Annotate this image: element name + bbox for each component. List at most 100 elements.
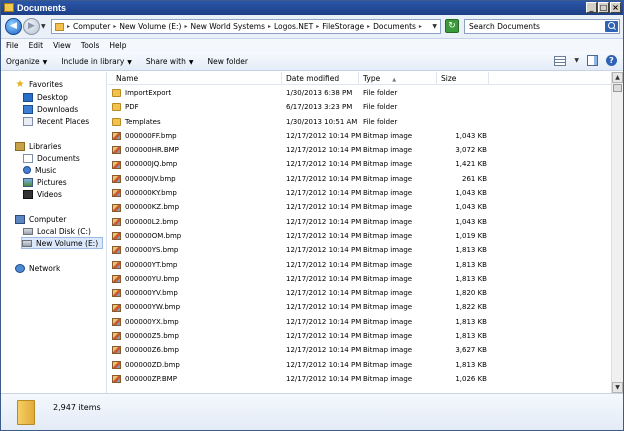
menu-help[interactable]: Help (109, 41, 126, 50)
scroll-down-button[interactable]: ▼ (612, 382, 623, 393)
file-row[interactable]: PDF 6/17/2013 3:23 PM File folder (108, 100, 611, 114)
forward-button[interactable]: ▶ (23, 18, 40, 35)
breadcrumb-logos-net[interactable]: Logos.NET (274, 22, 313, 31)
file-name-cell[interactable]: 000000JQ.bmp (112, 157, 177, 171)
chevron-right-icon[interactable]: ▸ (67, 23, 70, 30)
file-row[interactable]: 000000HR.BMP 12/17/2012 10:14 PM Bitmap im… (108, 143, 611, 157)
file-name-cell[interactable]: 000000FF.bmp (112, 129, 177, 143)
file-name-cell[interactable]: 000000YU.bmp (112, 272, 179, 286)
chevron-right-icon[interactable]: ▸ (268, 23, 271, 30)
file-row[interactable]: 000000ZP.BMP 12/17/2012 10:14 PM Bitmap im… (108, 372, 611, 386)
view-options-dropdown-icon[interactable]: ▼ (574, 57, 579, 64)
back-button[interactable]: ◀ (5, 18, 22, 35)
file-row[interactable]: 000000JV.bmp 12/17/2012 10:14 PM Bitmap im… (108, 172, 611, 186)
minimize-button[interactable]: _ (586, 2, 597, 13)
breadcrumb-filestorage[interactable]: FileStorage (322, 22, 364, 31)
file-name-cell[interactable]: ImportExport (112, 86, 171, 100)
file-row[interactable]: 000000JQ.bmp 12/17/2012 10:14 PM Bitmap im… (108, 157, 611, 171)
file-name-cell[interactable]: 000000HR.BMP (112, 143, 179, 157)
file-row[interactable]: 000000YS.bmp 12/17/2012 10:14 PM Bitmap im… (108, 243, 611, 257)
menu-edit[interactable]: Edit (29, 41, 44, 50)
file-row[interactable]: 000000YV.bmp 12/17/2012 10:14 PM Bitmap im… (108, 286, 611, 300)
file-name-cell[interactable]: Templates (112, 115, 161, 129)
breadcrumb-documents[interactable]: Documents (373, 22, 416, 31)
file-row[interactable]: Templates 1/30/2013 10:51 AM File folder (108, 115, 611, 129)
file-row[interactable]: 000000YX.bmp 12/17/2012 10:14 PM Bitmap im… (108, 315, 611, 329)
file-name-cell[interactable]: 000000Z5.bmp (112, 329, 179, 343)
file-name-cell[interactable]: 000000Z6.bmp (112, 343, 179, 357)
file-name-cell[interactable]: 000000YW.bmp (112, 300, 180, 314)
chevron-right-icon[interactable]: ▸ (113, 23, 116, 30)
new-folder-button[interactable]: New folder (207, 57, 248, 66)
nav-music[interactable]: Music (23, 164, 56, 176)
file-row[interactable]: 000000Z5.bmp 12/17/2012 10:14 PM Bitmap im… (108, 329, 611, 343)
column-header-size[interactable]: Size (437, 72, 489, 85)
menu-file[interactable]: File (6, 41, 19, 50)
search-icon[interactable] (605, 21, 618, 32)
file-row[interactable]: 000000YW.bmp 12/17/2012 10:14 PM Bitmap im… (108, 300, 611, 314)
column-header-date-modified[interactable]: Date modified (282, 72, 359, 85)
scroll-thumb[interactable] (613, 84, 622, 92)
change-view-icon[interactable] (554, 55, 567, 66)
file-name-cell[interactable]: PDF (112, 100, 139, 114)
nav-computer[interactable]: Computer (15, 213, 66, 225)
preview-pane-icon[interactable] (587, 55, 598, 66)
scroll-up-button[interactable]: ▲ (612, 72, 623, 83)
file-row[interactable]: 000000KY.bmp 12/17/2012 10:14 PM Bitmap im… (108, 186, 611, 200)
file-row[interactable]: 000000FF.bmp 12/17/2012 10:14 PM Bitmap im… (108, 129, 611, 143)
chevron-right-icon[interactable]: ▸ (316, 23, 319, 30)
menu-tools[interactable]: Tools (81, 41, 99, 50)
file-name-cell[interactable]: 000000L2.bmp (112, 215, 178, 229)
include-in-library-button[interactable]: Include in library ▼ (61, 57, 132, 66)
breadcrumb-new-volume[interactable]: New Volume (E:) (119, 22, 181, 31)
file-row[interactable]: 000000KZ.bmp 12/17/2012 10:14 PM Bitmap im… (108, 200, 611, 214)
nav-videos[interactable]: Videos (23, 188, 62, 200)
file-name-cell[interactable]: 000000ZD.bmp (112, 358, 180, 372)
vertical-scrollbar[interactable]: ▲ ▼ (611, 72, 623, 393)
address-dropdown-icon[interactable]: ▼ (432, 23, 437, 30)
nav-network[interactable]: Network (15, 262, 60, 274)
file-name-cell[interactable]: 000000OM.bmp (112, 229, 181, 243)
file-name-cell[interactable]: 000000YX.bmp (112, 315, 179, 329)
recent-pages-dropdown-icon[interactable]: ▼ (41, 23, 46, 30)
file-name-cell[interactable]: 000000ZP.BMP (112, 372, 177, 386)
menu-view[interactable]: View (53, 41, 71, 50)
nav-recent-places[interactable]: Recent Places (23, 115, 89, 127)
share-with-button[interactable]: Share with ▼ (146, 57, 194, 66)
column-header-type[interactable]: Type ▲ (359, 72, 437, 85)
search-input[interactable] (465, 20, 600, 33)
file-row[interactable]: 000000L2.bmp 12/17/2012 10:14 PM Bitmap im… (108, 215, 611, 229)
nav-new-volume-e[interactable]: New Volume (E:) (21, 237, 104, 249)
file-name-cell[interactable]: 000000KZ.bmp (112, 200, 179, 214)
refresh-button[interactable]: ↻ (445, 19, 459, 33)
chevron-right-icon[interactable]: ▸ (184, 23, 187, 30)
close-button[interactable]: × (610, 2, 621, 13)
search-box[interactable] (464, 19, 620, 34)
breadcrumb-computer[interactable]: Computer (73, 22, 110, 31)
address-bar[interactable]: ▸ Computer ▸ New Volume (E:) ▸ New World… (51, 19, 441, 34)
file-row[interactable]: 000000OM.bmp 12/17/2012 10:14 PM Bitmap im… (108, 229, 611, 243)
nav-pictures[interactable]: Pictures (23, 176, 67, 188)
nav-desktop[interactable]: Desktop (23, 91, 68, 103)
chevron-right-icon[interactable]: ▸ (367, 23, 370, 30)
file-name-cell[interactable]: 000000YT.bmp (112, 258, 177, 272)
file-name-cell[interactable]: 000000YS.bmp (112, 243, 178, 257)
column-header-name[interactable]: Name (112, 72, 282, 85)
title-bar[interactable]: Documents _ □ × (1, 1, 623, 15)
organize-button[interactable]: Organize ▼ (6, 57, 47, 66)
file-row[interactable]: 000000YT.bmp 12/17/2012 10:14 PM Bitmap im… (108, 258, 611, 272)
file-row[interactable]: 000000YU.bmp 12/17/2012 10:14 PM Bitmap im… (108, 272, 611, 286)
nav-downloads[interactable]: Downloads (23, 103, 78, 115)
help-icon[interactable]: ? (606, 55, 617, 66)
nav-documents[interactable]: Documents (23, 152, 80, 164)
file-row[interactable]: 000000ZD.bmp 12/17/2012 10:14 PM Bitmap im… (108, 358, 611, 372)
chevron-right-icon[interactable]: ▸ (419, 23, 422, 30)
maximize-button[interactable]: □ (598, 2, 609, 13)
nav-local-disk-c[interactable]: Local Disk (C:) (23, 225, 91, 237)
file-row[interactable]: 000000Z6.bmp 12/17/2012 10:14 PM Bitmap im… (108, 343, 611, 357)
nav-libraries[interactable]: Libraries (15, 140, 61, 152)
file-name-cell[interactable]: 000000YV.bmp (112, 286, 178, 300)
file-name-cell[interactable]: 000000KY.bmp (112, 186, 177, 200)
nav-favorites[interactable]: ★ Favorites (15, 78, 63, 90)
breadcrumb-new-world-systems[interactable]: New World Systems (190, 22, 265, 31)
